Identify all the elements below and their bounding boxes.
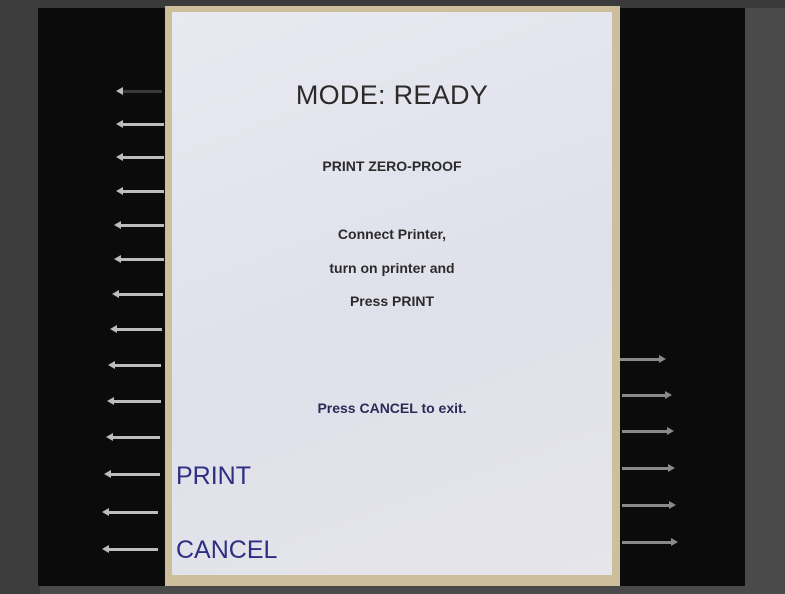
left-softkey-arrow-icon[interactable] bbox=[112, 290, 163, 298]
right-softkey-arrow-icon[interactable] bbox=[622, 427, 674, 435]
right-softkey-arrow-icon[interactable] bbox=[622, 501, 676, 509]
left-softkey-panel bbox=[38, 8, 170, 586]
instruction-line: Connect Printer, bbox=[337, 226, 447, 242]
exit-message: Press CANCEL to exit. bbox=[317, 400, 467, 416]
left-softkey-arrow-icon[interactable] bbox=[108, 361, 161, 369]
left-softkey-arrow-icon[interactable] bbox=[116, 187, 164, 195]
left-softkey-arrow-icon[interactable] bbox=[114, 255, 164, 263]
left-softkey-arrow-icon[interactable] bbox=[116, 153, 164, 161]
right-softkey-arrow-icon[interactable] bbox=[620, 355, 666, 363]
left-softkey-arrow-icon[interactable] bbox=[116, 87, 162, 95]
cancel-softkey-arrow-icon[interactable] bbox=[102, 545, 158, 553]
left-softkey-arrow-icon[interactable] bbox=[116, 120, 164, 128]
instruction-line: Press PRINT bbox=[349, 293, 435, 309]
cancel-softkey-label[interactable]: CANCEL bbox=[176, 536, 277, 565]
screen-subtitle: PRINT ZERO-PROOF bbox=[322, 158, 462, 174]
left-softkey-arrow-icon[interactable] bbox=[110, 325, 162, 333]
right-softkey-arrow-icon[interactable] bbox=[622, 464, 675, 472]
left-softkey-arrow-icon[interactable] bbox=[114, 221, 164, 229]
bezel-edge-left bbox=[0, 0, 40, 594]
right-softkey-panel bbox=[600, 8, 745, 586]
print-softkey-arrow-icon[interactable] bbox=[104, 470, 160, 478]
instruction-line: turn on printer and bbox=[329, 260, 455, 276]
right-softkey-arrow-icon[interactable] bbox=[622, 391, 672, 399]
left-softkey-arrow-icon[interactable] bbox=[107, 397, 161, 405]
left-softkey-arrow-icon[interactable] bbox=[106, 433, 160, 441]
display-screen: MODE: READY PRINT ZERO-PROOF Connect Pri… bbox=[172, 12, 612, 575]
print-softkey-label[interactable]: PRINT bbox=[176, 462, 251, 491]
left-softkey-arrow-icon[interactable] bbox=[102, 508, 158, 516]
bezel-edge-right bbox=[740, 8, 785, 586]
right-softkey-arrow-icon[interactable] bbox=[622, 538, 678, 546]
mode-title: MODE: READY bbox=[295, 80, 489, 110]
